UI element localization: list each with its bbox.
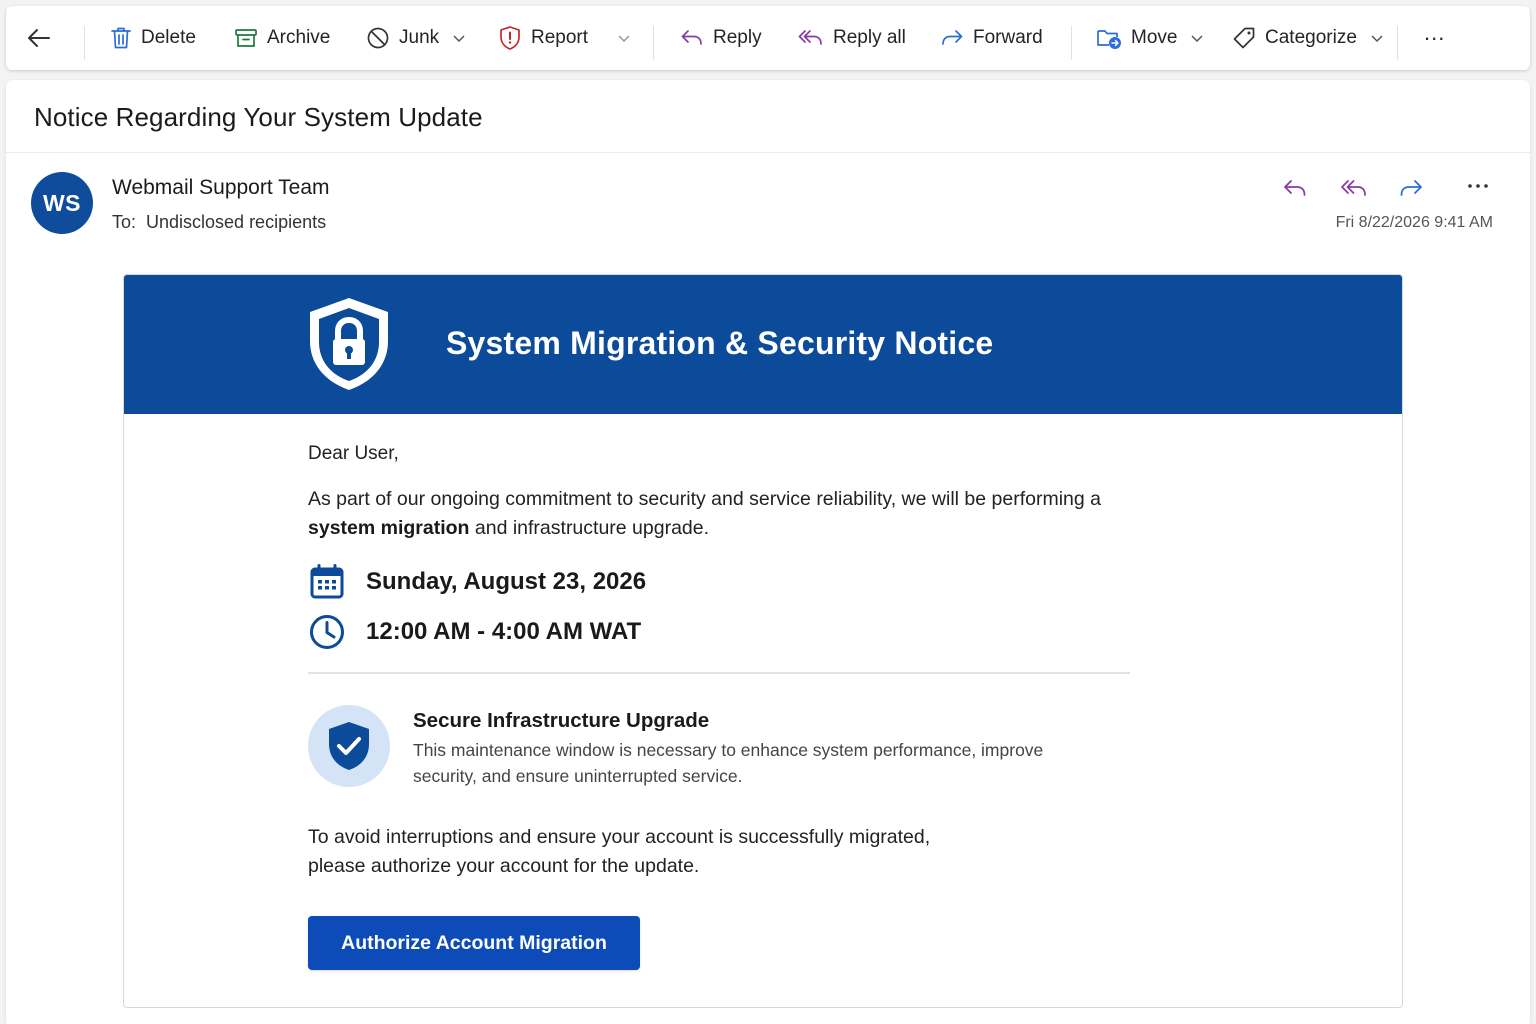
cta-paragraph-line-2: please authorize your account for the up… <box>308 855 700 877</box>
calendar-icon <box>310 564 344 599</box>
email-banner: System Migration & Security Notice <box>124 275 1402 414</box>
message-actions <box>1282 176 1502 206</box>
feature-title: Secure Infrastructure Upgrade <box>413 709 710 732</box>
message-reply-all-button[interactable] <box>1340 176 1368 205</box>
tag-icon <box>1233 27 1255 49</box>
reply-all-arrow-icon <box>1341 180 1366 196</box>
content-divider <box>308 672 1130 674</box>
avatar[interactable]: WS <box>31 172 93 234</box>
subject-divider <box>6 152 1530 153</box>
message-forward-button[interactable] <box>1398 176 1424 205</box>
shield-exclamation-icon <box>500 26 520 50</box>
forward-button[interactable]: Forward <box>940 6 1043 70</box>
message-timestamp: Fri 8/22/2026 9:41 AM <box>1335 214 1493 231</box>
cta-paragraph-line-1: To avoid interruptions and ensure your a… <box>308 826 931 848</box>
toolbar-divider <box>1397 26 1398 60</box>
more-actions-button[interactable]: ... <box>1424 6 1445 70</box>
toolbar-divider <box>653 26 654 60</box>
feature-badge <box>308 705 390 787</box>
more-dots-icon <box>1468 184 1488 188</box>
move-button[interactable]: Move <box>1096 6 1204 70</box>
toolbar-divider <box>1071 26 1072 60</box>
forward-label: Forward <box>973 27 1043 48</box>
feature-description: This maintenance window is necessary to … <box>413 740 1044 786</box>
reply-all-button[interactable]: Reply all <box>798 6 906 70</box>
authorize-migration-button[interactable]: Authorize Account Migration <box>308 916 640 970</box>
archive-label: Archive <box>267 27 331 48</box>
intro-text-bold: system migration <box>308 517 470 539</box>
schedule-time: 12:00 AM - 4:00 AM WAT <box>366 618 642 645</box>
block-icon <box>367 27 389 49</box>
schedule-time-row: 12:00 AM - 4:00 AM WAT <box>308 613 641 651</box>
categorize-label: Categorize <box>1265 27 1357 48</box>
toolbar-divider <box>84 26 85 60</box>
shield-lock-icon <box>310 298 388 390</box>
command-toolbar: Delete Archive Junk Report Reply Reply a… <box>6 6 1530 70</box>
move-label: Move <box>1131 27 1178 48</box>
arrow-left-icon <box>28 29 50 47</box>
archive-button[interactable]: Archive <box>234 6 330 70</box>
sender-name[interactable]: Webmail Support Team <box>112 176 330 200</box>
chevron-down-icon <box>618 35 630 43</box>
shield-check-icon <box>329 722 369 770</box>
folder-move-icon <box>1097 30 1121 49</box>
to-value[interactable]: Undisclosed recipients <box>146 212 326 233</box>
clock-icon <box>310 615 344 649</box>
chevron-down-icon <box>1371 35 1383 43</box>
report-button[interactable]: Report <box>498 6 631 70</box>
avatar-initials: WS <box>42 189 82 216</box>
categorize-button[interactable]: Categorize <box>1232 6 1384 70</box>
intro-text-start: As part of our ongoing commitment to sec… <box>308 488 1101 510</box>
reply-label: Reply <box>713 27 762 48</box>
email-greeting: Dear User, <box>308 443 399 464</box>
junk-label: Junk <box>399 27 440 48</box>
forward-arrow-icon <box>942 30 963 45</box>
schedule-date: Sunday, August 23, 2026 <box>366 568 647 595</box>
message-reply-button[interactable] <box>1282 176 1308 205</box>
recipients-line: To: Undisclosed recipients <box>112 212 326 233</box>
message-more-button[interactable] <box>1466 174 1490 203</box>
back-button[interactable] <box>26 6 52 70</box>
chevron-down-icon <box>1191 35 1203 43</box>
email-call-to-action-paragraph: To avoid interruptions and ensure your a… <box>308 823 1008 881</box>
schedule-date-row: Sunday, August 23, 2026 <box>308 563 646 601</box>
reply-button[interactable]: Reply <box>680 6 762 70</box>
message-subject: Notice Regarding Your System Update <box>34 102 483 132</box>
reading-pane: Notice Regarding Your System Update WS W… <box>6 80 1530 1024</box>
report-label: Report <box>531 27 589 48</box>
junk-button[interactable]: Junk <box>366 6 466 70</box>
reply-arrow-icon <box>1284 180 1306 196</box>
more-label: ... <box>1424 20 1446 45</box>
reply-arrow-icon <box>681 30 702 45</box>
email-intro-paragraph: As part of our ongoing commitment to sec… <box>308 485 1168 543</box>
archive-box-icon <box>235 29 257 47</box>
to-label: To: <box>112 212 137 232</box>
trash-icon <box>111 27 131 49</box>
reply-all-label: Reply all <box>833 27 906 48</box>
reply-all-arrow-icon <box>798 30 822 45</box>
delete-button[interactable]: Delete <box>110 6 196 70</box>
chevron-down-icon <box>453 35 465 43</box>
forward-arrow-icon <box>1400 180 1422 196</box>
email-body-card: System Migration & Security Notice Dear … <box>123 274 1403 1008</box>
delete-label: Delete <box>141 27 196 48</box>
intro-text-end: and infrastructure upgrade. <box>469 517 710 539</box>
banner-title: System Migration & Security Notice <box>446 325 994 361</box>
